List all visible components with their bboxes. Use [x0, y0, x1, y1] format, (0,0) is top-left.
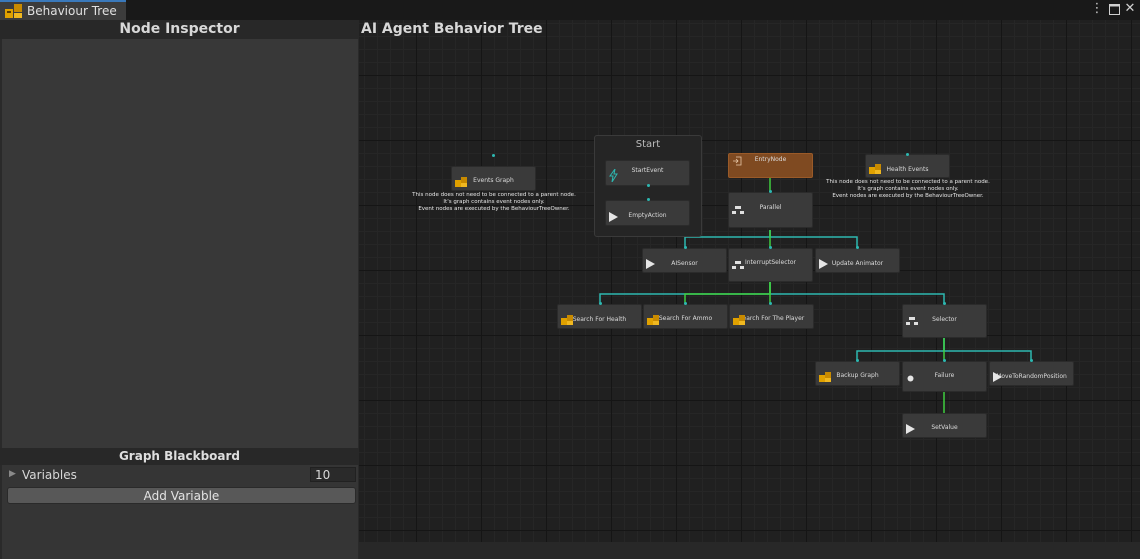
variables-foldout[interactable]: Variables — [22, 468, 77, 482]
inspector-body — [2, 39, 358, 448]
start-group-title: Start — [635, 139, 661, 150]
node-interrupt-selector[interactable]: InterruptSelector — [728, 248, 813, 282]
expand-arrow-icon[interactable]: ▶ — [9, 469, 16, 479]
node-entry[interactable]: EntryNode — [728, 153, 813, 178]
subtree-icon — [733, 315, 745, 325]
left-panel: Node Inspector Graph Blackboard ▶ Variab… — [0, 20, 359, 559]
input-port[interactable] — [769, 302, 772, 305]
subtree-icon — [455, 177, 467, 187]
node-label: EmptyAction — [628, 212, 667, 219]
node-empty-action[interactable]: EmptyAction — [605, 200, 690, 226]
composite-icon — [732, 206, 744, 214]
play-icon — [906, 424, 915, 434]
node-parallel[interactable]: Parallel — [728, 192, 813, 228]
input-port[interactable] — [769, 246, 772, 249]
window-tab-bar: Behaviour Tree ⋮ ✕ — [0, 0, 1140, 21]
input-port[interactable] — [684, 302, 687, 305]
node-failure[interactable]: Failure — [902, 361, 987, 392]
input-port[interactable] — [647, 198, 650, 201]
input-port[interactable] — [769, 190, 772, 193]
node-label: MoveToRandomPosition — [996, 373, 1067, 380]
subtree-icon — [647, 315, 659, 325]
node-search-ammo[interactable]: Search For Ammo — [643, 304, 728, 329]
node-backup-graph[interactable]: Backup Graph — [815, 361, 900, 386]
play-icon — [993, 372, 1002, 382]
input-port[interactable] — [943, 302, 946, 305]
node-search-player[interactable]: Search For The Player — [729, 304, 814, 329]
input-port[interactable] — [856, 359, 859, 362]
node-health-events[interactable]: Health Events — [865, 154, 950, 178]
entry-icon — [733, 156, 742, 166]
node-update-animator[interactable]: Update Animator — [815, 248, 900, 273]
node-move-random[interactable]: MoveToRandomPosition — [989, 361, 1074, 386]
lightning-icon — [609, 169, 618, 182]
input-port[interactable] — [684, 246, 687, 249]
input-port[interactable] — [943, 359, 946, 362]
close-icon[interactable]: ✕ — [1123, 1, 1137, 17]
input-port[interactable] — [1030, 359, 1033, 362]
node-ai-sensor[interactable]: AISensor — [642, 248, 727, 273]
node-label: SetValue — [931, 424, 958, 431]
add-variable-button[interactable]: Add Variable — [7, 487, 356, 504]
subtree-icon — [561, 315, 573, 325]
blackboard-title: Graph Blackboard — [0, 448, 359, 465]
output-port[interactable] — [647, 184, 650, 187]
input-port[interactable] — [906, 153, 909, 156]
node-selector[interactable]: Selector — [902, 304, 987, 338]
node-start-event[interactable]: StartEvent — [605, 160, 690, 186]
maximize-icon[interactable] — [1107, 1, 1121, 17]
node-label: Failure — [934, 372, 955, 379]
input-port[interactable] — [856, 246, 859, 249]
node-set-value[interactable]: SetValue — [902, 413, 987, 438]
tab-title: Behaviour Tree — [27, 4, 117, 18]
graph-canvas[interactable]: AI Agent Behavior Tree Start StartEvent … — [359, 20, 1140, 542]
behaviour-tree-icon — [5, 4, 22, 18]
subtree-icon — [869, 164, 881, 174]
inspector-title: Node Inspector — [0, 20, 359, 39]
vertical-dots-icon[interactable]: ⋮ — [1090, 1, 1104, 17]
play-icon — [646, 259, 655, 269]
node-label: StartEvent — [631, 167, 664, 174]
play-icon — [609, 212, 618, 222]
input-port[interactable] — [599, 302, 602, 305]
node-events-graph[interactable]: Events Graph — [451, 166, 536, 191]
node-search-health[interactable]: Search For Health — [557, 304, 642, 329]
composite-icon — [732, 261, 744, 269]
composite-icon — [906, 317, 918, 325]
node-label: Update Animator — [831, 260, 884, 267]
tab-behaviour-tree[interactable]: Behaviour Tree — [0, 0, 126, 20]
health-events-comment: This node does not need to be connected … — [826, 179, 990, 199]
canvas-bottom-bar — [359, 542, 1140, 559]
events-graph-comment: This node does not need to be connected … — [412, 192, 576, 212]
blackboard-body: ▶ Variables 10 Add Variable — [2, 465, 358, 559]
input-port[interactable] — [492, 154, 495, 157]
play-icon — [819, 259, 828, 269]
subtree-icon — [819, 372, 831, 382]
decorator-dot-icon — [907, 375, 914, 382]
node-label: AISensor — [671, 260, 698, 267]
variables-count-field[interactable]: 10 — [310, 467, 356, 482]
